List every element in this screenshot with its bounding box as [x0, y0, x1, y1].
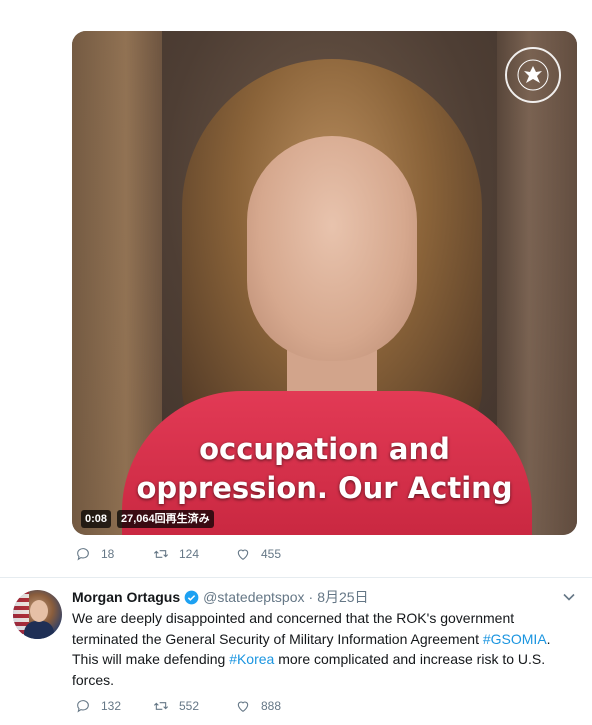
seal-icon [505, 47, 561, 103]
tweet-1: occupation and oppression. Our Acting 0:… [0, 0, 592, 578]
video-caption-line-1: occupation and [199, 432, 450, 466]
tweet-2: Morgan Ortagus @statedeptspox · 8月25日 We… [0, 578, 592, 725]
retweet-button[interactable]: 552 [153, 698, 199, 714]
reply-button[interactable]: 18 [75, 546, 114, 562]
retweet-button[interactable]: 124 [153, 546, 199, 562]
reply-icon [77, 700, 89, 713]
reply-icon [77, 548, 89, 561]
avatar-face [30, 600, 48, 622]
retweet-icon [153, 550, 169, 558]
retweet-icon [153, 702, 169, 710]
tweet-1-actions: 18 124 455 [75, 546, 375, 566]
retweet-count: 124 [179, 547, 200, 561]
video-person-face [247, 136, 417, 361]
chevron-down-icon[interactable] [562, 590, 576, 604]
author-name[interactable]: Morgan Ortagus [72, 589, 180, 605]
tweet-date[interactable]: 8月25日 [317, 587, 368, 607]
verified-icon [184, 590, 199, 605]
like-icon [237, 701, 249, 712]
like-count: 455 [261, 547, 282, 561]
avatar[interactable] [13, 590, 62, 639]
tweet-2-actions: 132 552 888 [75, 698, 375, 718]
video-caption-line-2: oppression. Our Acting [136, 471, 513, 505]
retweet-count: 552 [179, 699, 200, 713]
separator-dot: · [308, 589, 314, 605]
tweet-header: Morgan Ortagus @statedeptspox · 8月25日 [72, 587, 369, 607]
hashtag-gsomia[interactable]: #GSOMIA [483, 631, 547, 647]
tweet-text-part-1: We are deeply disappointed and concerned… [72, 610, 515, 647]
tweet-text: We are deeply disappointed and concerned… [72, 608, 572, 690]
like-button[interactable]: 888 [235, 698, 281, 714]
reply-count: 132 [101, 699, 122, 713]
like-button[interactable]: 455 [235, 546, 281, 562]
video-time-badge: 0:08 [81, 510, 112, 528]
avatar-body [24, 621, 54, 639]
hashtag-korea[interactable]: #Korea [229, 651, 274, 667]
like-count: 888 [261, 699, 282, 713]
video-player[interactable]: occupation and oppression. Our Acting 0:… [72, 31, 577, 535]
reply-count: 18 [101, 547, 115, 561]
video-views-badge: 27,064回再生済み [117, 510, 214, 528]
author-handle[interactable]: @statedeptspox [203, 589, 304, 605]
like-icon [237, 549, 249, 560]
reply-button[interactable]: 132 [75, 698, 121, 714]
